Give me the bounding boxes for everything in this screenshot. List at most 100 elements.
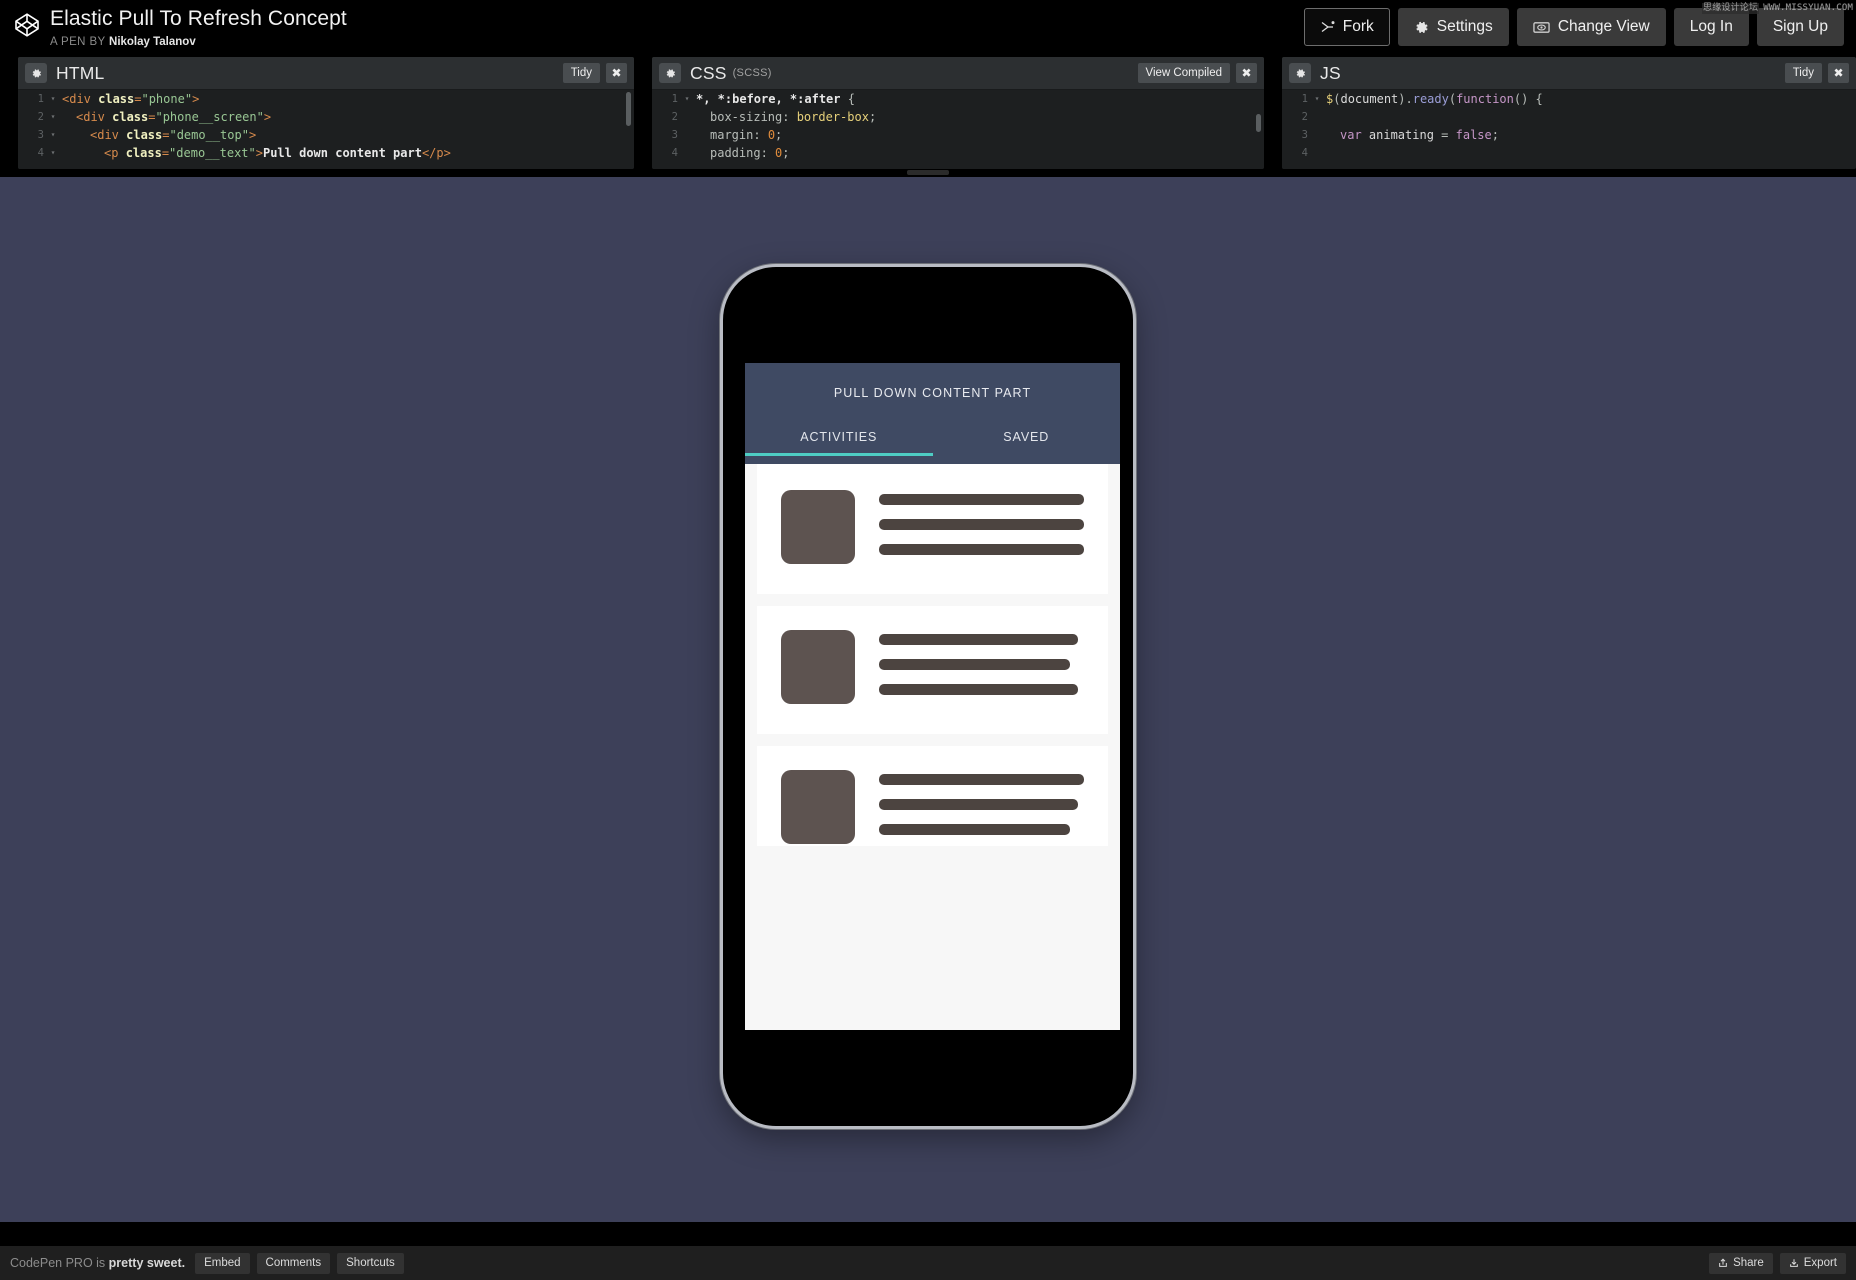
view-compiled-button[interactable]: View Compiled (1138, 63, 1231, 83)
list-item[interactable] (757, 746, 1108, 846)
text-placeholder-lines (879, 490, 1084, 555)
by-prefix: A PEN BY (50, 36, 105, 48)
fold-arrow-icon[interactable]: ▾ (1312, 90, 1322, 108)
share-button[interactable]: Share (1709, 1253, 1773, 1274)
settings-label: Settings (1437, 18, 1493, 36)
code-line: 4▾<p class="demo__text">Pull down conten… (18, 144, 634, 162)
embed-button[interactable]: Embed (195, 1253, 249, 1274)
export-button[interactable]: Export (1780, 1253, 1846, 1274)
css-scrollbar[interactable] (1256, 114, 1261, 132)
placeholder-line (879, 659, 1070, 670)
pen-identity: Elastic Pull To Refresh Concept A PEN BY… (0, 0, 347, 49)
export-label: Export (1804, 1257, 1837, 1269)
tab-activities[interactable]: ACTIVITIES (745, 423, 933, 456)
tidy-button[interactable]: Tidy (1785, 63, 1822, 83)
change-view-label: Change View (1558, 18, 1650, 36)
text-placeholder-lines (879, 770, 1084, 835)
line-number: 1 (18, 90, 48, 108)
pen-meta: Elastic Pull To Refresh Concept A PEN BY… (50, 7, 347, 49)
phone-mockup: PULL DOWN CONTENT PART ACTIVITIES SAVED (720, 264, 1136, 1129)
gear-icon[interactable] (25, 63, 47, 83)
line-number: 2 (18, 108, 48, 126)
settings-button[interactable]: Settings (1398, 8, 1509, 46)
fork-button[interactable]: Fork (1304, 8, 1390, 46)
line-number: 2 (652, 108, 682, 126)
pro-promo-prefix: CodePen PRO is (10, 1256, 109, 1270)
fold-arrow-icon[interactable]: ▾ (48, 144, 58, 162)
pro-promo-text: CodePen PRO is pretty sweet. (10, 1256, 185, 1270)
code-line: 3margin: 0; (652, 126, 1264, 144)
editor-resize-handle[interactable] (0, 169, 1856, 177)
placeholder-line (879, 494, 1084, 505)
phone-screen: PULL DOWN CONTENT PART ACTIVITIES SAVED (745, 363, 1120, 1030)
log-in-button[interactable]: Log In (1674, 8, 1749, 46)
fold-arrow-icon[interactable]: ▾ (682, 90, 692, 108)
js-editor-header: JS Tidy ✖ (1282, 57, 1856, 90)
author-name[interactable]: Nikolay Talanov (109, 36, 196, 48)
code-text: padding: 0; (692, 144, 790, 162)
code-line: 2▾<div class="phone__screen"> (18, 108, 634, 126)
fold-arrow-icon[interactable]: ▾ (48, 108, 58, 126)
html-code-area[interactable]: 1▾<div class="phone">2▾<div class="phone… (18, 90, 634, 169)
footer-bar: CodePen PRO is pretty sweet. Embed Comme… (0, 1246, 1856, 1280)
css-editor-pane: CSS (SCSS) View Compiled ✖ 1▾*, *:before… (652, 57, 1264, 169)
demo-tabs: ACTIVITIES SAVED (745, 423, 1120, 456)
placeholder-line (879, 774, 1084, 785)
editor-panes: HTML Tidy ✖ 1▾<div class="phone">2▾<div … (0, 57, 1856, 169)
line-number: 4 (1282, 144, 1312, 162)
close-icon[interactable]: ✖ (1236, 63, 1257, 83)
html-editor-header: HTML Tidy ✖ (18, 57, 634, 90)
js-editor-header-actions: Tidy ✖ (1785, 63, 1849, 83)
page-title: Elastic Pull To Refresh Concept (50, 7, 347, 29)
html-scrollbar[interactable] (626, 92, 631, 126)
code-line: 2box-sizing: border-box; (652, 108, 1264, 126)
placeholder-line (879, 684, 1078, 695)
text-placeholder-lines (879, 630, 1084, 695)
html-editor-pane: HTML Tidy ✖ 1▾<div class="phone">2▾<div … (18, 57, 634, 169)
codepen-app: Elastic Pull To Refresh Concept A PEN BY… (0, 0, 1856, 1280)
code-text: <div class="demo__top"> (58, 126, 256, 144)
html-editor-header-actions: Tidy ✖ (563, 63, 627, 83)
js-editor-pane: JS Tidy ✖ 1▾$(document).ready(function()… (1282, 57, 1856, 169)
code-line: 4 (1282, 144, 1856, 162)
view-icon (1533, 21, 1550, 34)
code-line: 2 (1282, 108, 1856, 126)
log-in-label: Log In (1690, 18, 1733, 36)
preview-area: PULL DOWN CONTENT PART ACTIVITIES SAVED (0, 177, 1856, 1222)
fold-arrow-icon[interactable]: ▾ (48, 126, 58, 144)
css-code-area[interactable]: 1▾*, *:before, *:after {2box-sizing: bor… (652, 90, 1264, 169)
code-text: *, *:before, *:after { (692, 90, 855, 108)
change-view-button[interactable]: Change View (1517, 8, 1666, 46)
placeholder-line (879, 634, 1078, 645)
comments-button[interactable]: Comments (257, 1253, 331, 1274)
gear-icon (1414, 20, 1429, 35)
close-icon[interactable]: ✖ (1828, 63, 1849, 83)
tab-saved[interactable]: SAVED (933, 423, 1121, 456)
line-number: 1 (652, 90, 682, 108)
gear-icon[interactable] (1289, 63, 1311, 83)
shortcuts-button[interactable]: Shortcuts (337, 1253, 404, 1274)
placeholder-line (879, 799, 1078, 810)
list-item[interactable] (757, 464, 1108, 594)
fold-arrow-icon[interactable]: ▾ (48, 90, 58, 108)
html-lang-label: HTML (56, 63, 104, 84)
css-editor-header-actions: View Compiled ✖ (1138, 63, 1258, 83)
line-number: 2 (1282, 108, 1312, 126)
sign-up-label: Sign Up (1773, 18, 1828, 36)
css-lang-label: CSS (690, 63, 727, 84)
footer-right-actions: Share Export (1709, 1253, 1846, 1274)
codepen-logo-icon[interactable] (14, 12, 40, 38)
code-text: var animating = false; (1322, 126, 1499, 144)
tidy-button[interactable]: Tidy (563, 63, 600, 83)
js-code-area[interactable]: 1▾$(document).ready(function() {23var an… (1282, 90, 1856, 169)
line-number: 4 (18, 144, 48, 162)
sign-up-button[interactable]: Sign Up (1757, 8, 1844, 46)
close-icon[interactable]: ✖ (606, 63, 627, 83)
code-text: <p class="demo__text">Pull down content … (58, 144, 451, 162)
demo-content-list[interactable] (745, 464, 1120, 846)
gear-icon[interactable] (659, 63, 681, 83)
fork-icon (1320, 20, 1335, 34)
export-icon (1789, 1258, 1799, 1268)
line-number: 3 (652, 126, 682, 144)
list-item[interactable] (757, 606, 1108, 734)
